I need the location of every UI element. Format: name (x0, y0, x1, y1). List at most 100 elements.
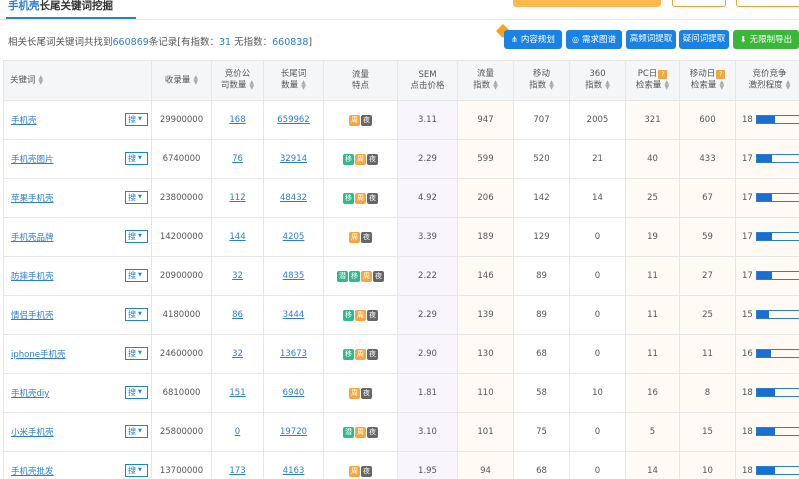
sort-icon[interactable]: ▲ ▼ (786, 80, 791, 91)
col-bid-companies[interactable]: 竞价公 司数量 ▲ ▼ (211, 60, 264, 101)
col-competition[interactable]: 竞价竞争 激烈程度 ▲ ▼ (735, 60, 799, 101)
help-icon[interactable]: ? (716, 70, 726, 80)
search-dropdown[interactable]: 搜 ▼ (125, 386, 148, 399)
keyword-link[interactable]: iphone手机壳 (11, 350, 65, 360)
col-traffic-label-2: 指数 (473, 80, 491, 91)
content-plan-label: 内容规划 (520, 35, 555, 45)
high-freq-button[interactable]: 高频词提取 (626, 30, 676, 49)
demand-map-label: 需求图谱 (581, 35, 616, 45)
competition-value: 15 (742, 310, 753, 320)
bid-companies-link[interactable]: 32 (232, 271, 243, 281)
bid-companies-link[interactable]: 112 (229, 193, 245, 203)
col-pc-daily[interactable]: PC日? 检索量 ▲ ▼ (625, 60, 680, 101)
sort-icon[interactable]: ▲ ▼ (193, 74, 198, 85)
col-sem-price[interactable]: SEM 点击价格 (397, 60, 458, 101)
bid-companies-link[interactable]: 0 (235, 427, 240, 437)
search-dropdown[interactable]: 搜 ▼ (125, 347, 148, 360)
traffic-tag: 夜 (361, 465, 372, 477)
keyword-link[interactable]: 手机壳图片 (11, 155, 54, 165)
keyword-link[interactable]: 情侣手机壳 (11, 311, 54, 321)
longtail-link[interactable]: 4205 (283, 232, 305, 242)
sort-icon[interactable]: ▲ ▼ (605, 80, 610, 91)
search-dropdown[interactable]: 搜 ▼ (125, 269, 148, 282)
export-button[interactable]: ⬇ 无限制导出 (733, 30, 799, 49)
mobile-daily-cell: 25 (679, 295, 736, 335)
longtail-link[interactable]: 32914 (280, 154, 307, 164)
mobile-index-cell: 68 (513, 334, 570, 374)
longtail-link[interactable]: 6940 (283, 388, 305, 398)
col-comp-label-1: 竞价竞争 (752, 69, 787, 80)
longtail-link[interactable]: 48432 (280, 193, 307, 203)
search-dropdown[interactable]: 搜 ▼ (125, 464, 148, 477)
top-tab-button-c[interactable] (736, 0, 799, 7)
keyword-cell: 情侣手机壳 搜 ▼ (3, 295, 152, 335)
competition-bar (755, 271, 799, 280)
keyword-link[interactable]: 手机壳品牌 (11, 233, 54, 243)
col-360-index[interactable]: 360 指数 ▲ ▼ (569, 60, 626, 101)
traffic-tag: 周 (355, 192, 366, 204)
col-keyword[interactable]: 关键词 ▲ ▼ (3, 60, 152, 101)
search-dropdown[interactable]: 搜 ▼ (125, 191, 148, 204)
traffic-tags: 周夜 (349, 231, 372, 243)
top-promo-button[interactable] (513, 0, 661, 7)
question-words-button[interactable]: 疑问词提取 (679, 30, 729, 49)
longtail-link[interactable]: 19720 (280, 427, 307, 437)
bid-companies-link[interactable]: 76 (232, 154, 243, 164)
bid-companies-link[interactable]: 144 (229, 232, 245, 242)
bid-companies-link[interactable]: 168 (229, 115, 245, 125)
traffic-tag: 移 (343, 192, 354, 204)
traffic-index-cell: 101 (457, 412, 514, 452)
keyword-link[interactable]: 苹果手机壳 (11, 194, 54, 204)
sort-icon[interactable]: ▲ ▼ (719, 80, 724, 91)
col-longtail[interactable]: 长尾词 数量 ▲ ▼ (263, 60, 324, 101)
index-360-cell: 0 (569, 451, 626, 479)
keyword-link[interactable]: 手机壳 (11, 116, 37, 126)
sort-icon[interactable]: ▲ ▼ (39, 74, 44, 85)
search-dropdown[interactable]: 搜 ▼ (125, 425, 148, 438)
sort-icon[interactable]: ▲ ▼ (301, 80, 306, 91)
search-dropdown[interactable]: 搜 ▼ (125, 308, 148, 321)
longtail-link[interactable]: 3444 (283, 310, 305, 320)
longtail-link[interactable]: 659962 (277, 115, 309, 125)
title-text: 长尾关键词挖掘 (39, 0, 114, 12)
sem-price-cell: 2.90 (397, 334, 458, 374)
bid-companies-link[interactable]: 151 (229, 388, 245, 398)
col-mobile-index[interactable]: 移动 指数 ▲ ▼ (513, 60, 570, 101)
traffic-tag: 夜 (361, 231, 372, 243)
top-tab-button-b[interactable] (672, 0, 726, 7)
col-index-count[interactable]: 收录量 ▲ ▼ (151, 60, 212, 101)
bid-companies-link[interactable]: 173 (229, 466, 245, 476)
longtail-link[interactable]: 4163 (283, 466, 305, 476)
col-traffic-index[interactable]: 流量 指数 ▲ ▼ (457, 60, 514, 101)
bid-companies-link[interactable]: 32 (232, 349, 243, 359)
sort-icon[interactable]: ▲ ▼ (249, 80, 254, 91)
sort-icon[interactable]: ▲ ▼ (549, 80, 554, 91)
search-dropdown[interactable]: 搜 ▼ (125, 230, 148, 243)
traffic-index-cell: 146 (457, 256, 514, 296)
col-mobile-daily[interactable]: 移动日? 检索量 ▲ ▼ (679, 60, 736, 101)
keyword-link[interactable]: 手机壳diy (11, 389, 49, 399)
sort-icon[interactable]: ▲ ▼ (664, 80, 669, 91)
longtail-link[interactable]: 4835 (283, 271, 305, 281)
search-dropdown[interactable]: 搜 ▼ (125, 152, 148, 165)
longtail-link[interactable]: 13673 (280, 349, 307, 359)
keyword-link[interactable]: 手机壳批发 (11, 467, 54, 477)
demand-map-button[interactable]: ◎ 需求图谱 (566, 30, 622, 49)
longtail-cell: 4205 (263, 217, 324, 257)
sort-icon[interactable]: ▲ ▼ (493, 80, 498, 91)
help-icon[interactable]: ? (658, 70, 668, 80)
traffic-tags: 移周夜 (343, 348, 378, 360)
keyword-link[interactable]: 防摔手机壳 (11, 272, 54, 282)
keyword-link[interactable]: 小米手机壳 (11, 428, 54, 438)
search-dropdown[interactable]: 搜 ▼ (125, 113, 148, 126)
content-plan-button[interactable]: ⋔ 内容规划 (504, 30, 562, 49)
competition-bar-fill (756, 194, 773, 201)
pc-daily-cell: 40 (625, 139, 680, 179)
competition-bar-fill (756, 155, 773, 162)
caret-down-icon: ▼ (138, 428, 142, 434)
caret-down-icon: ▼ (138, 233, 142, 239)
bid-companies-link[interactable]: 86 (232, 310, 243, 320)
sem-price-cell: 1.81 (397, 373, 458, 413)
traffic-feature-cell: 周夜 (323, 100, 398, 140)
longtail-cell: 3444 (263, 295, 324, 335)
